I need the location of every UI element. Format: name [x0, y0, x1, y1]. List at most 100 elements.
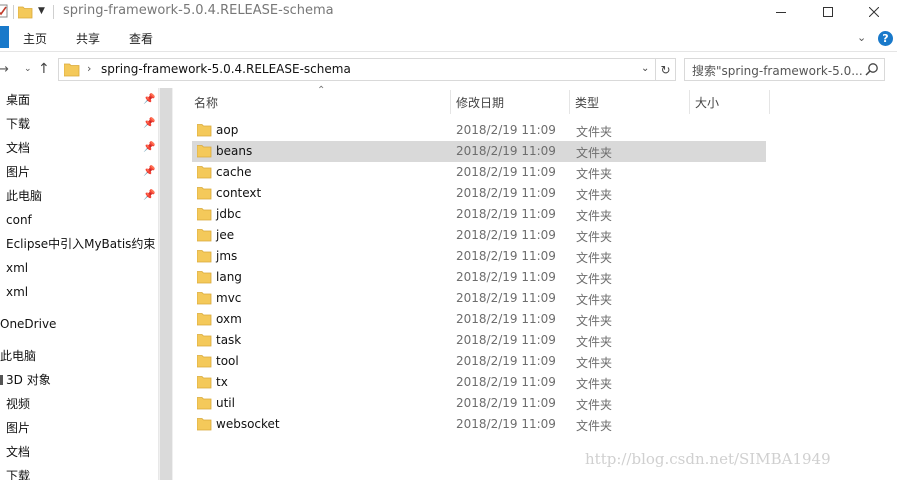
new-folder-icon[interactable]	[18, 5, 33, 19]
tab-share[interactable]: 共享	[76, 30, 100, 47]
refresh-button[interactable]: ↻	[656, 58, 676, 81]
tab-view[interactable]: 查看	[129, 30, 153, 47]
file-row[interactable]: util 2018/2/19 11:09 文件夹	[192, 393, 766, 414]
file-type: 文件夹	[576, 356, 613, 370]
back-arrow-icon[interactable]: →	[0, 62, 9, 77]
column-divider[interactable]	[569, 90, 570, 114]
file-name[interactable]: mvc	[216, 291, 241, 305]
nav-item-desktop[interactable]: 桌面 📌	[6, 88, 164, 112]
file-name[interactable]: websocket	[216, 417, 280, 431]
nav-item-downloads-pc[interactable]: 下载	[6, 464, 164, 480]
file-date-modified: 2018/2/19 11:09	[456, 417, 556, 431]
help-icon[interactable]: ?	[878, 31, 893, 46]
nav-item-xml[interactable]: xml	[6, 280, 164, 304]
minimize-button[interactable]	[758, 0, 804, 24]
close-button[interactable]	[851, 0, 897, 24]
file-row[interactable]: mvc 2018/2/19 11:09 文件夹	[192, 288, 766, 309]
file-row[interactable]: tx 2018/2/19 11:09 文件夹	[192, 372, 766, 393]
file-name[interactable]: context	[216, 186, 261, 200]
file-row[interactable]: beans 2018/2/19 11:09 文件夹	[192, 141, 766, 162]
expand-ribbon-icon[interactable]: ⌄	[857, 31, 866, 44]
file-row[interactable]: jms 2018/2/19 11:09 文件夹	[192, 246, 766, 267]
address-bar[interactable]: › spring-framework-5.0.4.RELEASE-schema …	[58, 58, 656, 81]
nav-item-xml[interactable]: xml	[6, 256, 164, 280]
search-input[interactable]: 搜索"spring-framework-5.0...	[684, 58, 885, 81]
folder-icon	[197, 124, 212, 137]
file-row[interactable]: oxm 2018/2/19 11:09 文件夹	[192, 309, 766, 330]
recent-locations-icon[interactable]: ⌄	[24, 64, 32, 74]
column-type[interactable]: 类型	[575, 94, 599, 111]
column-size[interactable]: 大小	[695, 94, 719, 111]
nav-item-pictures-pc[interactable]: 图片	[6, 416, 164, 440]
file-date-modified: 2018/2/19 11:09	[456, 312, 556, 326]
address-path[interactable]: spring-framework-5.0.4.RELEASE-schema	[101, 62, 351, 76]
nav-item-3d-objects[interactable]: 3D 对象	[0, 368, 158, 392]
nav-item-documents-pc[interactable]: 文档	[6, 440, 164, 464]
file-row[interactable]: cache 2018/2/19 11:09 文件夹	[192, 162, 766, 183]
column-divider[interactable]	[689, 90, 690, 114]
file-name[interactable]: task	[216, 333, 241, 347]
file-tab[interactable]	[0, 26, 9, 48]
nav-item-this-pc[interactable]: 此电脑	[0, 344, 158, 368]
file-name[interactable]: jms	[216, 249, 237, 263]
column-header: ⌃ 名称 修改日期 类型 大小	[173, 85, 897, 116]
up-arrow-icon[interactable]: ↑	[38, 61, 50, 77]
pin-icon: 📌	[143, 94, 156, 105]
nav-item-videos[interactable]: 视频	[6, 392, 164, 416]
nav-item-downloads[interactable]: 下载 📌	[6, 112, 164, 136]
ribbon: 主页 共享 查看 ⌄ ?	[0, 24, 897, 52]
file-row[interactable]: lang 2018/2/19 11:09 文件夹	[192, 267, 766, 288]
column-divider[interactable]	[769, 90, 770, 114]
folder-icon	[197, 376, 212, 389]
file-row[interactable]: tool 2018/2/19 11:09 文件夹	[192, 351, 766, 372]
file-name[interactable]: tx	[216, 375, 228, 389]
file-row[interactable]: task 2018/2/19 11:09 文件夹	[192, 330, 766, 351]
file-row[interactable]: aop 2018/2/19 11:09 文件夹	[192, 120, 766, 141]
nav-scrollbar-thumb[interactable]	[160, 88, 172, 480]
file-name[interactable]: aop	[216, 123, 238, 137]
file-name[interactable]: jdbc	[216, 207, 241, 221]
file-type: 文件夹	[576, 125, 613, 139]
column-date-modified[interactable]: 修改日期	[456, 94, 504, 111]
file-date-modified: 2018/2/19 11:09	[456, 123, 556, 137]
file-name[interactable]: oxm	[216, 312, 242, 326]
nav-item-pictures[interactable]: 图片 📌	[6, 160, 164, 184]
nav-item-documents[interactable]: 文档 📌	[6, 136, 164, 160]
file-type: 文件夹	[576, 209, 613, 223]
maximize-button[interactable]	[805, 0, 851, 24]
column-name[interactable]: 名称	[194, 94, 218, 111]
file-name[interactable]: tool	[216, 354, 239, 368]
close-icon	[869, 7, 879, 17]
folder-icon	[197, 166, 212, 179]
file-date-modified: 2018/2/19 11:09	[456, 207, 556, 221]
file-date-modified: 2018/2/19 11:09	[456, 375, 556, 389]
breadcrumb-chevron-icon[interactable]: ›	[87, 62, 91, 75]
nav-item-this-pc-pinned[interactable]: 此电脑 📌	[6, 184, 164, 208]
file-date-modified: 2018/2/19 11:09	[456, 270, 556, 284]
nav-item-conf[interactable]: conf	[6, 208, 164, 232]
folder-icon	[197, 208, 212, 221]
properties-check-icon[interactable]	[0, 4, 8, 18]
file-name[interactable]: lang	[216, 270, 242, 284]
file-row[interactable]: jdbc 2018/2/19 11:09 文件夹	[192, 204, 766, 225]
file-row[interactable]: jee 2018/2/19 11:09 文件夹	[192, 225, 766, 246]
file-row[interactable]: websocket 2018/2/19 11:09 文件夹	[192, 414, 766, 435]
folder-icon	[197, 229, 212, 242]
tab-home[interactable]: 主页	[23, 30, 47, 47]
title-separator	[53, 5, 54, 19]
file-type: 文件夹	[576, 419, 613, 433]
quick-access-dropdown-icon[interactable]: ▼	[38, 6, 45, 16]
file-date-modified: 2018/2/19 11:09	[456, 186, 556, 200]
nav-item-eclipse-mybatis[interactable]: Eclipse中引入MyBatis约束	[6, 232, 158, 256]
file-row[interactable]: context 2018/2/19 11:09 文件夹	[192, 183, 766, 204]
folder-icon	[197, 271, 212, 284]
column-divider[interactable]	[450, 90, 451, 114]
file-name[interactable]: cache	[216, 165, 252, 179]
file-name[interactable]: util	[216, 396, 235, 410]
nav-scrollbar[interactable]	[158, 88, 173, 480]
search-icon[interactable]	[865, 62, 879, 76]
address-dropdown-icon[interactable]: ⌄	[641, 63, 649, 74]
file-name[interactable]: beans	[216, 144, 252, 158]
file-name[interactable]: jee	[216, 228, 234, 242]
nav-item-onedrive[interactable]: OneDrive	[0, 312, 158, 336]
